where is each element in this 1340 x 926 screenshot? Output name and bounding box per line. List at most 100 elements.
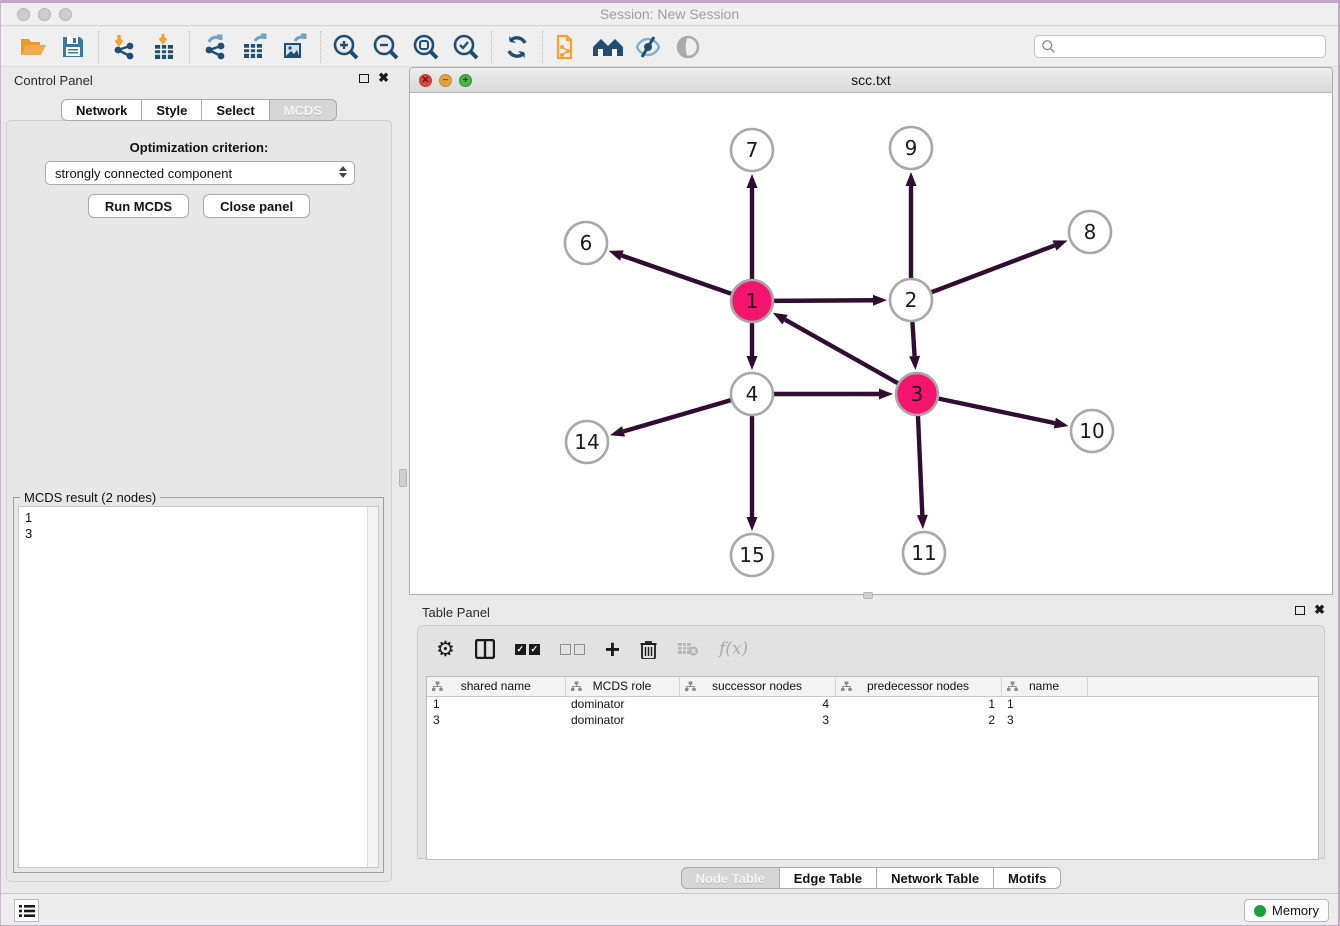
table-cell[interactable]: 2 [835, 712, 1001, 728]
edge-1-2[interactable] [773, 300, 873, 301]
column-header-name[interactable]: name [1001, 677, 1087, 696]
clone-network-button[interactable] [548, 30, 588, 64]
edge-3-11[interactable] [918, 415, 922, 515]
arrowhead-2-8 [1053, 240, 1068, 250]
splitter-grip[interactable] [863, 592, 873, 599]
tab-mcds[interactable]: MCDS [270, 99, 337, 121]
table-cell[interactable]: 3 [427, 712, 565, 728]
control-panel: Control Panel ✖ NetworkStyleSelectMCDS O… [1, 67, 397, 893]
network-graph[interactable]: 1234678910111415 [410, 93, 1333, 595]
column-header-shared-name[interactable]: shared name [427, 677, 565, 696]
memory-label: Memory [1272, 903, 1319, 918]
delete-row-icon[interactable] [640, 636, 657, 662]
edge-2-3[interactable] [912, 321, 914, 356]
run-mcds-button[interactable]: Run MCDS [88, 194, 189, 218]
zoom-out-button[interactable] [366, 30, 406, 64]
table-cell[interactable]: 1 [1001, 696, 1087, 712]
network-window-titlebar: ✕ − + scc.txt [410, 68, 1332, 93]
arrowhead-2-9 [906, 172, 917, 186]
table-row[interactable]: 1dominator411 [427, 696, 1319, 712]
hide-panel-button[interactable] [628, 30, 668, 64]
tab-edge-table[interactable]: Edge Table [780, 867, 877, 889]
tab-motifs[interactable]: Motifs [994, 867, 1061, 889]
float-panel-icon[interactable] [1295, 606, 1305, 615]
save-session-button[interactable] [53, 30, 93, 64]
toolbar-separator [98, 31, 99, 63]
gear-icon[interactable]: ⚙ [436, 636, 455, 662]
import-network-button[interactable] [104, 30, 144, 64]
arrowhead-3-1 [773, 313, 788, 325]
network-canvas[interactable]: 1234678910111415 [410, 93, 1333, 595]
search-box[interactable] [1034, 35, 1326, 58]
open-file-button[interactable] [13, 30, 53, 64]
zoom-fit-icon [412, 33, 440, 61]
table-cell[interactable]: 3 [1001, 712, 1087, 728]
mcds-result-group: MCDS result (2 nodes) 1 3 [13, 497, 384, 873]
edge-4-14[interactable] [623, 400, 731, 432]
add-row-icon[interactable]: + [605, 636, 620, 662]
columns-icon[interactable] [475, 636, 495, 662]
search-input[interactable] [1056, 38, 1325, 56]
column-header-predecessor-nodes[interactable]: predecessor nodes [835, 677, 1001, 696]
export-network-icon [201, 33, 229, 61]
arrowhead-4-14 [610, 426, 625, 437]
table-cell[interactable]: 4 [679, 696, 835, 712]
deselect-all-icon[interactable] [560, 636, 585, 662]
criterion-select[interactable]: strongly connected component [45, 161, 355, 185]
node-label-10: 10 [1079, 419, 1104, 443]
close-panel-button[interactable]: Close panel [203, 194, 310, 218]
tab-node-table[interactable]: Node Table [681, 867, 780, 889]
optimization-criterion-label: Optimization criterion: [1, 140, 397, 155]
column-header-MCDS-role[interactable]: MCDS role [565, 677, 679, 696]
float-panel-icon[interactable] [359, 74, 369, 83]
criterion-value: strongly connected component [55, 166, 232, 181]
memory-status-icon [1254, 905, 1266, 917]
zoom-selected-button[interactable] [446, 30, 486, 64]
edge-3-1[interactable] [785, 320, 899, 384]
select-all-icon[interactable]: ✓✓ [515, 636, 540, 662]
tab-select[interactable]: Select [202, 99, 269, 121]
arrowhead-1-6 [609, 250, 624, 260]
export-image-button[interactable] [275, 30, 315, 64]
tab-style[interactable]: Style [142, 99, 202, 121]
table-cell[interactable]: dominator [565, 712, 679, 728]
table-row[interactable]: 3dominator323 [427, 712, 1319, 728]
table-cell[interactable]: 3 [679, 712, 835, 728]
hide-panel-icon [634, 34, 662, 60]
edge-1-6[interactable] [622, 256, 732, 295]
home-button[interactable] [588, 30, 628, 64]
network-window-title: scc.txt [410, 72, 1332, 88]
table-cell[interactable]: 1 [427, 696, 565, 712]
edge-2-8[interactable] [931, 245, 1055, 292]
zoom-in-button[interactable] [326, 30, 366, 64]
zoom-fit-button[interactable] [406, 30, 446, 64]
tab-network[interactable]: Network [61, 99, 142, 121]
column-header-successor-nodes[interactable]: successor nodes [679, 677, 835, 696]
result-scrollbar[interactable] [367, 507, 378, 867]
close-panel-icon[interactable]: ✖ [378, 72, 389, 84]
splitter-grip[interactable] [399, 469, 407, 487]
table-cell[interactable]: 1 [835, 696, 1001, 712]
edge-3-10[interactable] [938, 398, 1055, 423]
memory-button[interactable]: Memory [1244, 899, 1329, 922]
export-table-button[interactable] [235, 30, 275, 64]
application-window: Session: New Session [0, 0, 1340, 926]
presentation-button[interactable] [668, 30, 708, 64]
close-panel-icon[interactable]: ✖ [1314, 604, 1325, 616]
tab-network-table[interactable]: Network Table [877, 867, 994, 889]
refresh-button[interactable] [497, 30, 537, 64]
node-table[interactable]: shared nameMCDS rolesuccessor nodesprede… [426, 676, 1319, 860]
table-toolbar: ⚙ ✓✓ + f(x) [418, 626, 1324, 672]
export-network-button[interactable] [195, 30, 235, 64]
node-label-11: 11 [911, 541, 936, 565]
search-icon [1041, 39, 1056, 54]
mcds-result-textarea[interactable]: 1 3 [18, 506, 379, 868]
control-panel-header: Control Panel ✖ [1, 67, 397, 93]
table-cell[interactable]: dominator [565, 696, 679, 712]
task-history-button[interactable] [14, 899, 39, 922]
main-toolbar [1, 27, 1338, 67]
import-table-button[interactable] [144, 30, 184, 64]
arrowhead-1-4 [747, 356, 758, 370]
arrowhead-3-11 [917, 515, 928, 529]
vertical-splitter[interactable] [397, 67, 409, 893]
